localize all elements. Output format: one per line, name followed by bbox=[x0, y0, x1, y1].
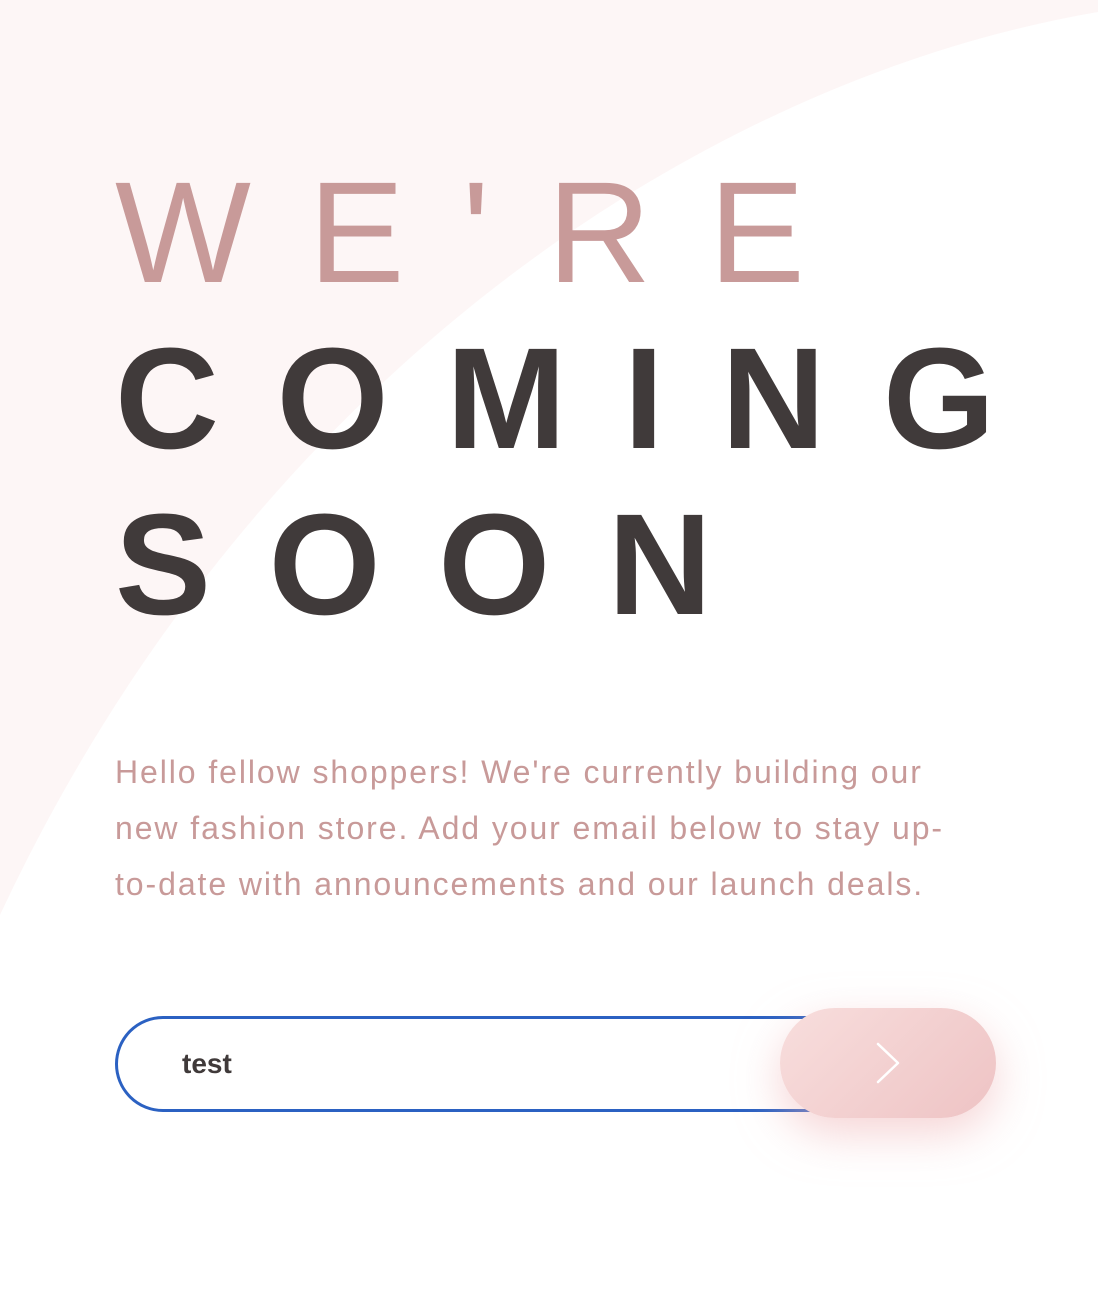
intro-text: Hello fellow shoppers! We're currently b… bbox=[115, 754, 944, 902]
submit-button[interactable] bbox=[780, 1008, 996, 1118]
page-title: WE'RE COMING SOON bbox=[115, 150, 1015, 648]
chevron-right-icon bbox=[876, 1042, 900, 1084]
headline-line-1: WE'RE bbox=[115, 152, 863, 313]
headline-line-3: SOON bbox=[115, 484, 770, 645]
email-signup-form bbox=[115, 1008, 997, 1118]
headline-line-2: COMING bbox=[115, 318, 1053, 479]
hero-section: WE'RE COMING SOON Hello fellow shoppers!… bbox=[115, 150, 1015, 912]
email-input[interactable] bbox=[115, 1016, 875, 1112]
